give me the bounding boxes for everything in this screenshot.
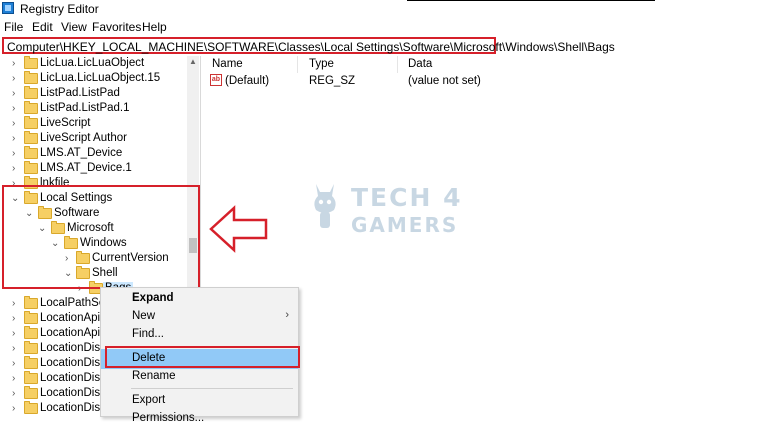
address-path: Computer\HKEY_LOCAL_MACHINE\SOFTWARE\Cla… <box>7 40 615 54</box>
menu-item-permissions[interactable]: Permissions... <box>101 409 298 429</box>
tree-item[interactable]: › LiveScript <box>0 116 188 132</box>
menu-item-find[interactable]: Find... <box>101 325 298 345</box>
menu-file[interactable]: File <box>4 20 23 34</box>
title-divider <box>407 0 655 1</box>
folder-icon <box>24 86 38 99</box>
tree-item-label: LocationApi <box>40 312 101 324</box>
menu-item-label: New <box>132 310 156 322</box>
chevron-right-icon[interactable]: › <box>12 403 21 415</box>
chevron-right-icon[interactable]: › <box>12 88 21 100</box>
tree-item[interactable]: › LicLua.LicLuaObject.15 <box>0 71 188 87</box>
chevron-right-icon[interactable]: › <box>12 103 21 115</box>
chevron-right-icon[interactable]: › <box>12 313 21 325</box>
menu-item-label: Expand <box>132 292 174 304</box>
chevron-right-icon[interactable]: › <box>12 148 21 160</box>
folder-icon <box>24 311 38 324</box>
value-data: (value not set) <box>408 75 481 87</box>
menu-item-rename[interactable]: Rename <box>101 367 298 387</box>
menu-item-label: Find... <box>132 328 164 340</box>
chevron-right-icon[interactable]: › <box>12 58 21 70</box>
chevron-right-icon[interactable]: › <box>12 373 21 385</box>
tech4gamers-mascot-icon <box>314 184 336 228</box>
annotation-arrow-icon <box>209 205 268 253</box>
menu-item-new[interactable]: New › <box>101 307 298 327</box>
chevron-right-icon[interactable]: › <box>12 358 21 370</box>
menu-favorites[interactable]: Favorites <box>92 20 141 34</box>
annotation-highlight-delete <box>105 346 300 368</box>
folder-icon <box>24 71 38 84</box>
chevron-right-icon: › <box>285 309 289 321</box>
tree-item-label: LicLua.LicLuaObject <box>40 57 145 69</box>
menu-help[interactable]: Help <box>142 20 167 34</box>
column-type[interactable]: Type <box>309 58 334 70</box>
tree-item-label: ListPad.ListPad.1 <box>40 102 130 114</box>
tree-item-label: ListPad.ListPad <box>40 87 120 99</box>
list-header: Name Type Data <box>201 56 768 73</box>
menu-item-export[interactable]: Export <box>101 391 298 411</box>
chevron-right-icon[interactable]: › <box>12 343 21 355</box>
column-divider[interactable] <box>297 56 298 73</box>
scroll-up-icon[interactable]: ▲ <box>187 56 199 68</box>
menu-item-expand[interactable]: Expand <box>101 289 298 309</box>
value-name: (Default) <box>225 75 270 87</box>
folder-icon <box>24 101 38 114</box>
window-title: Registry Editor <box>20 2 99 16</box>
watermark-line1: TECH 4 <box>351 183 463 212</box>
menu-item-label: Permissions... <box>132 412 205 424</box>
tree-item-label: LiveScript <box>40 117 91 129</box>
tree-item[interactable]: › LicLua.LicLuaObject <box>0 56 188 72</box>
column-name[interactable]: Name <box>212 58 243 70</box>
menu-separator <box>131 388 293 389</box>
chevron-right-icon[interactable]: › <box>12 73 21 85</box>
tree-item-label: LMS.AT_Device <box>40 147 123 159</box>
folder-icon <box>24 161 38 174</box>
menu-view[interactable]: View <box>61 20 87 34</box>
tree-item-label: LMS.AT_Device.1 <box>40 162 132 174</box>
annotation-highlight-tree <box>2 185 200 289</box>
tree-item[interactable]: › ListPad.ListPad.1 <box>0 101 188 117</box>
folder-icon <box>24 356 38 369</box>
tree-item[interactable]: › LiveScript Author <box>0 131 188 147</box>
folder-icon <box>24 401 38 414</box>
value-type: REG_SZ <box>309 75 356 87</box>
chevron-right-icon[interactable]: › <box>12 328 21 340</box>
menu-item-label: Export <box>132 394 166 406</box>
folder-icon <box>24 131 38 144</box>
folder-icon <box>24 146 38 159</box>
column-data[interactable]: Data <box>408 58 432 70</box>
tree-item[interactable]: › LMS.AT_Device <box>0 146 188 162</box>
tree-item-label: LicLua.LicLuaObject.15 <box>40 72 161 84</box>
folder-icon <box>24 116 38 129</box>
tree-item[interactable]: › ListPad.ListPad <box>0 86 188 102</box>
folder-icon <box>24 371 38 384</box>
folder-icon <box>24 326 38 339</box>
folder-icon <box>24 341 38 354</box>
chevron-right-icon[interactable]: › <box>12 133 21 145</box>
string-value-icon: ab <box>210 74 222 86</box>
chevron-right-icon[interactable]: › <box>12 118 21 130</box>
folder-icon <box>24 296 38 309</box>
tree-item-label: LiveScript Author <box>40 132 127 144</box>
menu-edit[interactable]: Edit <box>32 20 53 34</box>
chevron-right-icon[interactable]: › <box>12 163 21 175</box>
title-bar: Registry Editor <box>0 0 768 18</box>
folder-icon <box>24 56 38 69</box>
menu-item-label: Rename <box>132 370 176 382</box>
watermark-line2: GAMERS <box>351 213 459 237</box>
folder-icon <box>24 386 38 399</box>
tree-item[interactable]: › LMS.AT_Device.1 <box>0 161 188 177</box>
address-bar[interactable]: Computer\HKEY_LOCAL_MACHINE\SOFTWARE\Cla… <box>2 37 615 54</box>
chevron-right-icon[interactable]: › <box>12 388 21 400</box>
registry-editor-icon <box>2 2 14 14</box>
column-divider[interactable] <box>397 56 398 73</box>
chevron-right-icon[interactable]: › <box>12 298 21 310</box>
